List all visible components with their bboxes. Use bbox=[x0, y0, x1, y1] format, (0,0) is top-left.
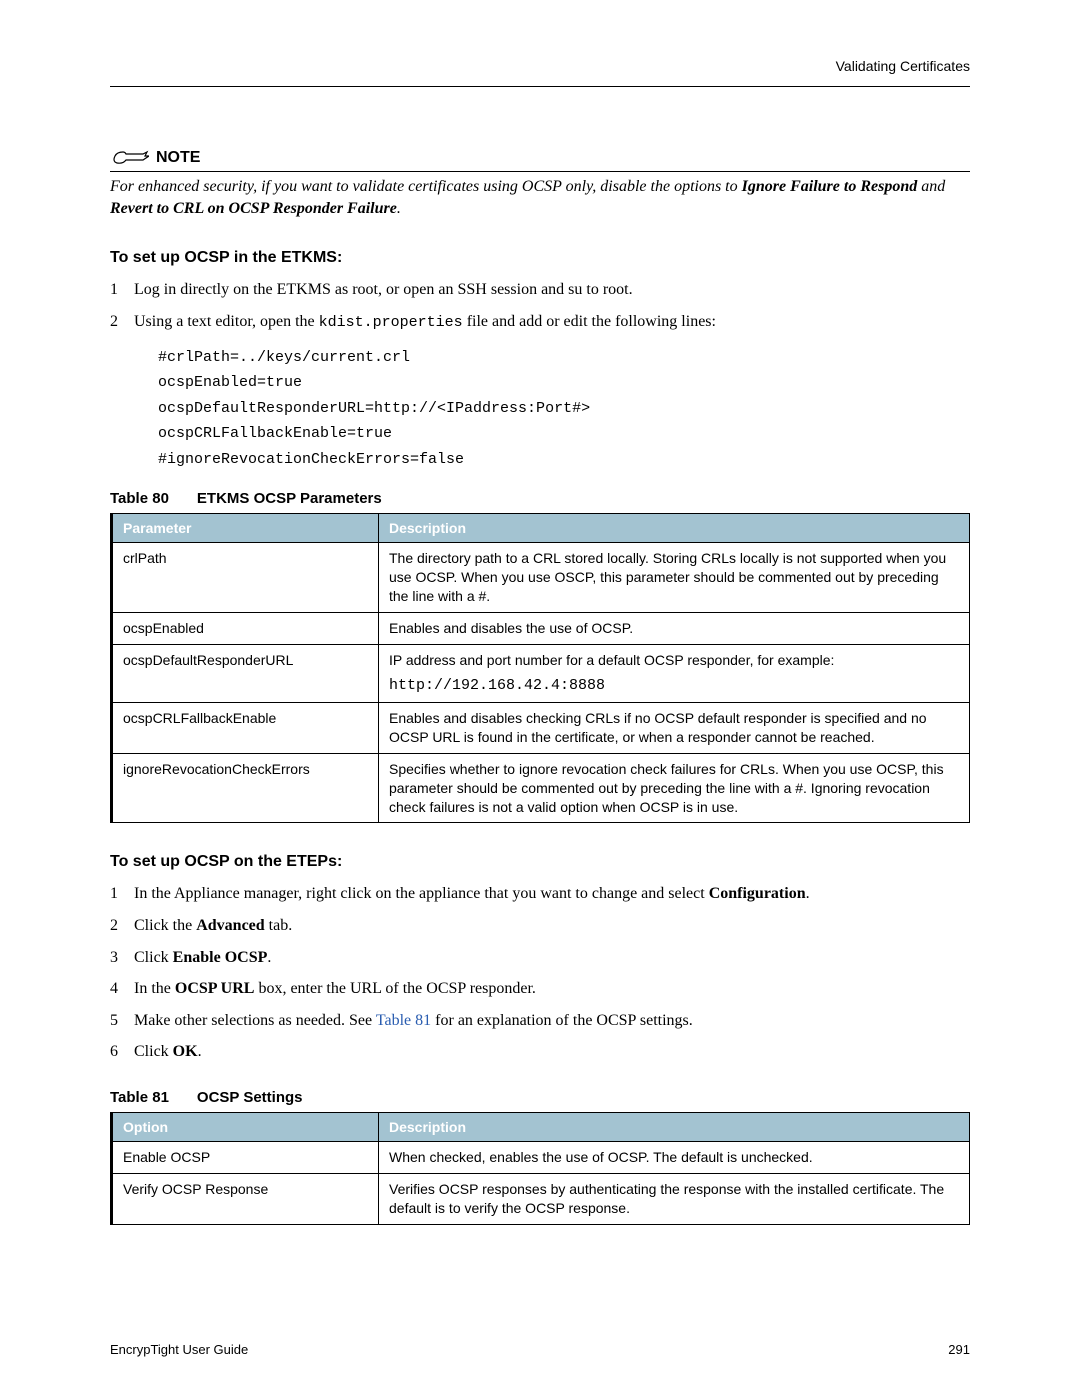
code-block: #crlPath=../keys/current.crl ocspEnabled… bbox=[158, 345, 970, 473]
table-row: crlPath The directory path to a CRL stor… bbox=[112, 543, 970, 613]
header-right-text: Validating Certificates bbox=[836, 58, 970, 74]
note-icon bbox=[110, 147, 150, 169]
note-block: NOTE For enhanced security, if you want … bbox=[110, 147, 970, 219]
table-row: Enable OCSP When checked, enables the us… bbox=[112, 1142, 970, 1174]
list-item: 5 Make other selections as needed. See T… bbox=[110, 1008, 970, 1034]
page-header: Validating Certificates bbox=[110, 58, 970, 87]
table-row: ocspDefaultResponderURL IP address and p… bbox=[112, 644, 970, 702]
list-item: 1 Log in directly on the ETKMS as root, … bbox=[110, 277, 970, 303]
section1-list: 1 Log in directly on the ETKMS as root, … bbox=[110, 277, 970, 482]
footer-left: EncrypTight User Guide bbox=[110, 1342, 248, 1357]
page-footer: EncrypTight User Guide 291 bbox=[110, 1342, 970, 1357]
list-item: 4 In the OCSP URL box, enter the URL of … bbox=[110, 976, 970, 1002]
table-row: Verify OCSP Response Verifies OCSP respo… bbox=[112, 1173, 970, 1224]
note-label: NOTE bbox=[156, 149, 200, 167]
table-row: ignoreRevocationCheckErrors Specifies wh… bbox=[112, 753, 970, 823]
section1-heading: To set up OCSP in the ETKMS: bbox=[110, 249, 970, 267]
table81: Option Description Enable OCSP When chec… bbox=[110, 1112, 970, 1225]
table81-caption: Table 81OCSP Settings bbox=[110, 1089, 970, 1106]
section2-list: 1 In the Appliance manager, right click … bbox=[110, 881, 970, 1065]
table81-link[interactable]: Table 81 bbox=[376, 1012, 431, 1029]
list-item: 3 Click Enable OCSP. bbox=[110, 945, 970, 971]
footer-page-number: 291 bbox=[948, 1342, 970, 1357]
list-item: 1 In the Appliance manager, right click … bbox=[110, 881, 970, 907]
list-item: 2 Using a text editor, open the kdist.pr… bbox=[110, 309, 970, 483]
table-header-row: Parameter Description bbox=[112, 514, 970, 543]
table-row: ocspCRLFallbackEnable Enables and disabl… bbox=[112, 702, 970, 753]
table-header-row: Option Description bbox=[112, 1113, 970, 1142]
note-text: For enhanced security, if you want to va… bbox=[110, 176, 970, 219]
list-item: 6 Click OK. bbox=[110, 1039, 970, 1065]
table80: Parameter Description crlPath The direct… bbox=[110, 513, 970, 823]
table80-caption: Table 80ETKMS OCSP Parameters bbox=[110, 490, 970, 507]
section2-heading: To set up OCSP on the ETEPs: bbox=[110, 853, 970, 871]
list-item: 2 Click the Advanced tab. bbox=[110, 913, 970, 939]
table-row: ocspEnabled Enables and disables the use… bbox=[112, 612, 970, 644]
